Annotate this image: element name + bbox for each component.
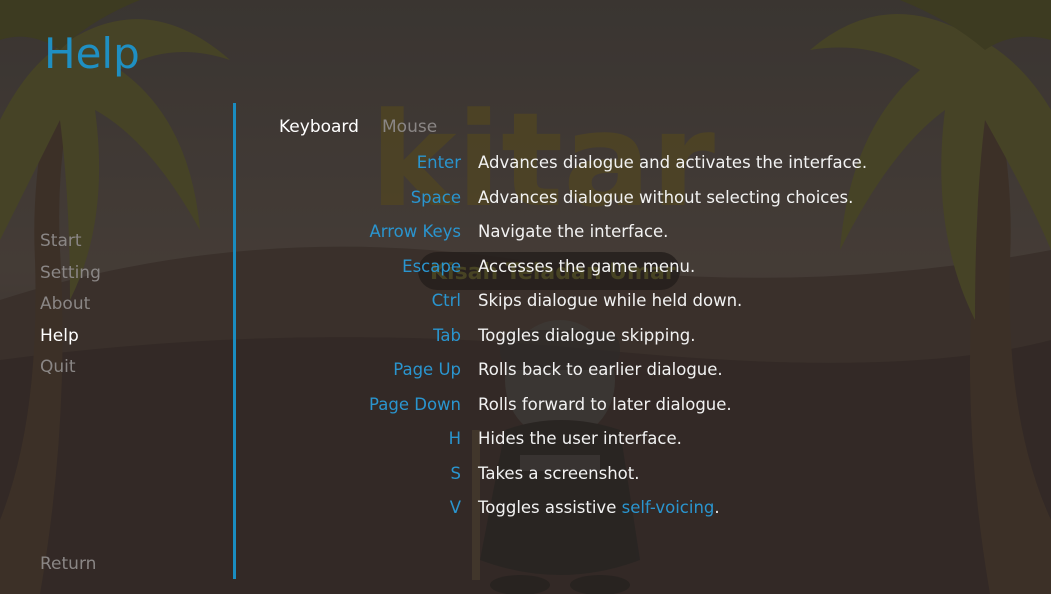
key-label: Page Up <box>393 360 461 379</box>
key-description: Rolls forward to later dialogue. <box>478 394 732 414</box>
keybinding-row: H Hides the user interface. <box>0 424 1051 454</box>
help-tabs: Keyboard Mouse <box>279 113 455 141</box>
tab-mouse[interactable]: Mouse <box>382 113 437 141</box>
key-description: Advances dialogue without selecting choi… <box>478 187 854 207</box>
key-label: S <box>450 463 461 483</box>
key-label: V <box>449 498 461 517</box>
key-label: Arrow Keys <box>369 222 461 241</box>
keybinding-row: Tab Toggles dialogue skipping. <box>0 321 1051 351</box>
self-voicing-link[interactable]: self-voicing <box>622 498 715 517</box>
key-description: Toggles assistive self-voicing. <box>478 493 720 523</box>
keybinding-row: S Takes a screenshot. <box>0 459 1051 489</box>
key-description: Navigate the interface. <box>478 222 669 241</box>
key-label: Space <box>410 187 461 207</box>
key-description: Advances dialogue and activates the inte… <box>478 153 868 172</box>
keybinding-row: Enter Advances dialogue and activates th… <box>0 148 1051 178</box>
key-label: H <box>448 429 461 448</box>
key-description: Takes a screenshot. <box>478 463 640 483</box>
keybinding-row: Page Up Rolls back to earlier dialogue. <box>0 355 1051 385</box>
key-label: Escape <box>402 256 461 276</box>
key-description: Accesses the game menu. <box>478 256 696 276</box>
key-label: Tab <box>433 325 461 345</box>
key-label: Enter <box>416 153 461 172</box>
keybinding-row: Page Down Rolls forward to later dialogu… <box>0 390 1051 420</box>
keybinding-row: Escape Accesses the game menu. <box>0 252 1051 282</box>
key-description: Rolls back to earlier dialogue. <box>478 360 723 379</box>
key-label: Ctrl <box>431 291 461 310</box>
description-text: Toggles assistive <box>478 498 622 517</box>
key-description: Hides the user interface. <box>478 429 682 448</box>
keybinding-row: Space Advances dialogue without selectin… <box>0 183 1051 213</box>
keybinding-row: Ctrl Skips dialogue while held down. <box>0 286 1051 316</box>
tab-keyboard[interactable]: Keyboard <box>279 113 359 141</box>
keybinding-row: Arrow Keys Navigate the interface. <box>0 217 1051 247</box>
description-suffix: . <box>714 498 720 517</box>
keybinding-row: V Toggles assistive self-voicing. <box>0 493 1051 523</box>
return-button[interactable]: Return <box>40 550 96 578</box>
page-title: Help <box>44 29 140 78</box>
key-description: Toggles dialogue skipping. <box>478 325 696 345</box>
key-label: Page Down <box>369 394 461 414</box>
key-description: Skips dialogue while held down. <box>478 291 743 310</box>
